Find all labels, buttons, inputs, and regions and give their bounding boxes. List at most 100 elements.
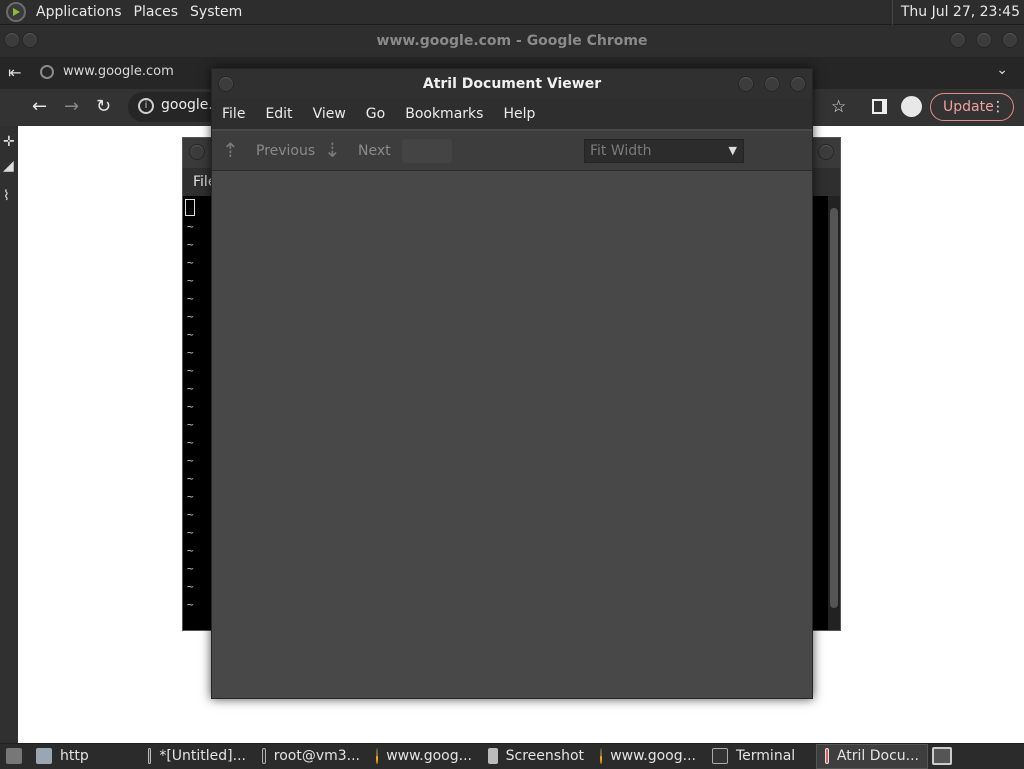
task-label: *[Untitled]... xyxy=(159,748,246,764)
empty-line-tilde: ~ xyxy=(187,598,194,611)
places-menu[interactable]: Places xyxy=(128,0,185,25)
tab-search-icon[interactable]: ⇤ xyxy=(8,63,26,83)
empty-line-tilde: ~ xyxy=(187,238,194,251)
atril-window: Atril Document Viewer File Edit View Go … xyxy=(211,68,813,699)
tab-list-chevron-icon[interactable]: ⌄ xyxy=(996,62,1008,78)
menu-view[interactable]: View xyxy=(303,106,356,122)
next-label: Next xyxy=(358,143,391,159)
empty-line-tilde: ~ xyxy=(187,400,194,413)
empty-line-tilde: ~ xyxy=(187,562,194,575)
empty-line-tilde: ~ xyxy=(187,310,194,323)
atril-menubar: File Edit View Go Bookmarks Help xyxy=(212,99,812,129)
document-view[interactable] xyxy=(212,172,812,698)
text-cursor xyxy=(185,199,195,216)
globe-icon xyxy=(40,65,54,79)
task-atril[interactable]: Atril Docu... xyxy=(816,743,928,769)
previous-page-button[interactable]: ⇡ Previous xyxy=(222,138,316,163)
tab-title[interactable]: www.google.com xyxy=(63,64,174,79)
empty-line-tilde: ~ xyxy=(187,256,194,269)
empty-line-tilde: ~ xyxy=(187,490,194,503)
zoom-value: Fit Width xyxy=(590,143,652,159)
scrollbar-thumb[interactable] xyxy=(830,208,838,608)
up-arrow-icon: ⇡ xyxy=(222,138,239,162)
empty-line-tilde: ~ xyxy=(187,364,194,377)
empty-line-tilde: ~ xyxy=(187,436,194,449)
update-label: Update xyxy=(943,99,994,115)
terminal-scrollbar[interactable] xyxy=(828,196,840,630)
node-tool-icon[interactable]: ⌇ xyxy=(3,188,10,204)
chrome-icon xyxy=(600,748,603,764)
menu-file[interactable]: File xyxy=(212,106,255,122)
task-root-terminal[interactable]: root@vm3... xyxy=(254,744,368,769)
zoom-select[interactable]: Fit Width ▼ xyxy=(584,139,744,163)
empty-line-markers: ~ ~ ~ ~ ~ ~ ~ ~ ~ ~ ~ ~ ~ ~ ~ ~ ~ ~ ~ ~ ~ ~ xyxy=(187,218,194,614)
empty-line-tilde: ~ xyxy=(187,580,194,593)
page-number-entry[interactable] xyxy=(402,139,452,163)
top-panel: Applications Places System Thu Jul 27, 2… xyxy=(0,0,1024,25)
atril-titlebar[interactable]: Atril Document Viewer xyxy=(212,69,812,99)
reload-icon[interactable]: ↻ xyxy=(96,98,111,116)
task-label: root@vm3... xyxy=(273,748,360,764)
site-info-icon[interactable]: i xyxy=(138,98,154,114)
system-menu[interactable]: System xyxy=(184,0,248,25)
task-label: www.goog... xyxy=(610,748,696,764)
empty-line-tilde: ~ xyxy=(187,544,194,557)
next-page-button[interactable]: ⇣ Next xyxy=(324,139,394,163)
window-menu-button[interactable] xyxy=(4,32,20,48)
forward-arrow-icon[interactable]: → xyxy=(64,98,79,116)
close-button[interactable] xyxy=(1002,32,1018,48)
minimize-button[interactable] xyxy=(738,76,754,92)
task-inkscape[interactable]: *[Untitled]... xyxy=(140,744,254,769)
task-label: http xyxy=(60,748,89,764)
minimize-button[interactable] xyxy=(950,32,966,48)
empty-line-tilde: ~ xyxy=(187,382,194,395)
menu-edit[interactable]: Edit xyxy=(255,106,302,122)
pen-tool-icon[interactable]: ◢ xyxy=(3,158,14,174)
task-label: Terminal xyxy=(736,748,796,764)
task-chrome-2[interactable]: www.goog... xyxy=(592,744,704,769)
previous-label: Previous xyxy=(256,143,316,159)
menu-bookmarks[interactable]: Bookmarks xyxy=(395,106,493,122)
move-tool-icon[interactable]: ✛ xyxy=(3,134,15,150)
mate-logo-icon[interactable] xyxy=(6,2,26,22)
close-button[interactable] xyxy=(818,144,834,160)
empty-line-tilde: ~ xyxy=(187,328,194,341)
left-tool-strip: ✛ ◢ ⌇ xyxy=(0,126,18,743)
chrome-titlebar[interactable]: www.google.com - Google Chrome xyxy=(0,25,1024,57)
applications-menu[interactable]: Applications xyxy=(30,0,128,25)
task-label: Screenshot xyxy=(505,748,584,764)
task-label: www.goog... xyxy=(386,748,472,764)
clock[interactable]: Thu Jul 27, 23:45 xyxy=(891,0,1020,25)
menu-help[interactable]: Help xyxy=(493,106,545,122)
empty-line-tilde: ~ xyxy=(187,508,194,521)
maximize-button[interactable] xyxy=(764,76,780,92)
bookmark-star-icon[interactable]: ☆ xyxy=(831,98,846,116)
dropdown-arrow-icon: ▼ xyxy=(728,144,737,157)
window-shade-button[interactable] xyxy=(22,32,38,48)
task-screenshot[interactable]: Screenshot xyxy=(480,744,592,769)
bottom-taskbar: http *[Untitled]... root@vm3... www.goog… xyxy=(0,743,1024,769)
task-terminal[interactable]: Terminal xyxy=(704,744,816,769)
window-menu-button[interactable] xyxy=(218,76,234,92)
workspace-switcher[interactable] xyxy=(928,744,956,769)
close-button[interactable] xyxy=(790,76,806,92)
chrome-icon xyxy=(376,748,379,764)
profile-avatar-icon[interactable] xyxy=(901,96,922,117)
task-http[interactable]: http xyxy=(28,744,140,769)
chrome-window-title: www.google.com - Google Chrome xyxy=(376,33,648,49)
omnibox[interactable]: i google.c xyxy=(128,92,221,122)
window-menu-button[interactable] xyxy=(189,144,205,160)
empty-line-tilde: ~ xyxy=(187,274,194,287)
side-panel-icon[interactable] xyxy=(872,99,887,114)
menu-go[interactable]: Go xyxy=(356,106,395,122)
show-desktop-button[interactable] xyxy=(0,744,28,769)
back-arrow-icon[interactable]: ← xyxy=(32,98,47,116)
task-chrome-1[interactable]: www.goog... xyxy=(368,744,480,769)
task-label: Atril Docu... xyxy=(836,748,919,764)
maximize-button[interactable] xyxy=(976,32,992,48)
update-button[interactable]: Update ⋮ xyxy=(930,93,1014,121)
down-arrow-icon: ⇣ xyxy=(324,138,341,162)
atril-window-title: Atril Document Viewer xyxy=(422,76,602,92)
workspace-icon xyxy=(932,747,952,765)
more-vert-icon[interactable]: ⋮ xyxy=(991,94,1005,120)
